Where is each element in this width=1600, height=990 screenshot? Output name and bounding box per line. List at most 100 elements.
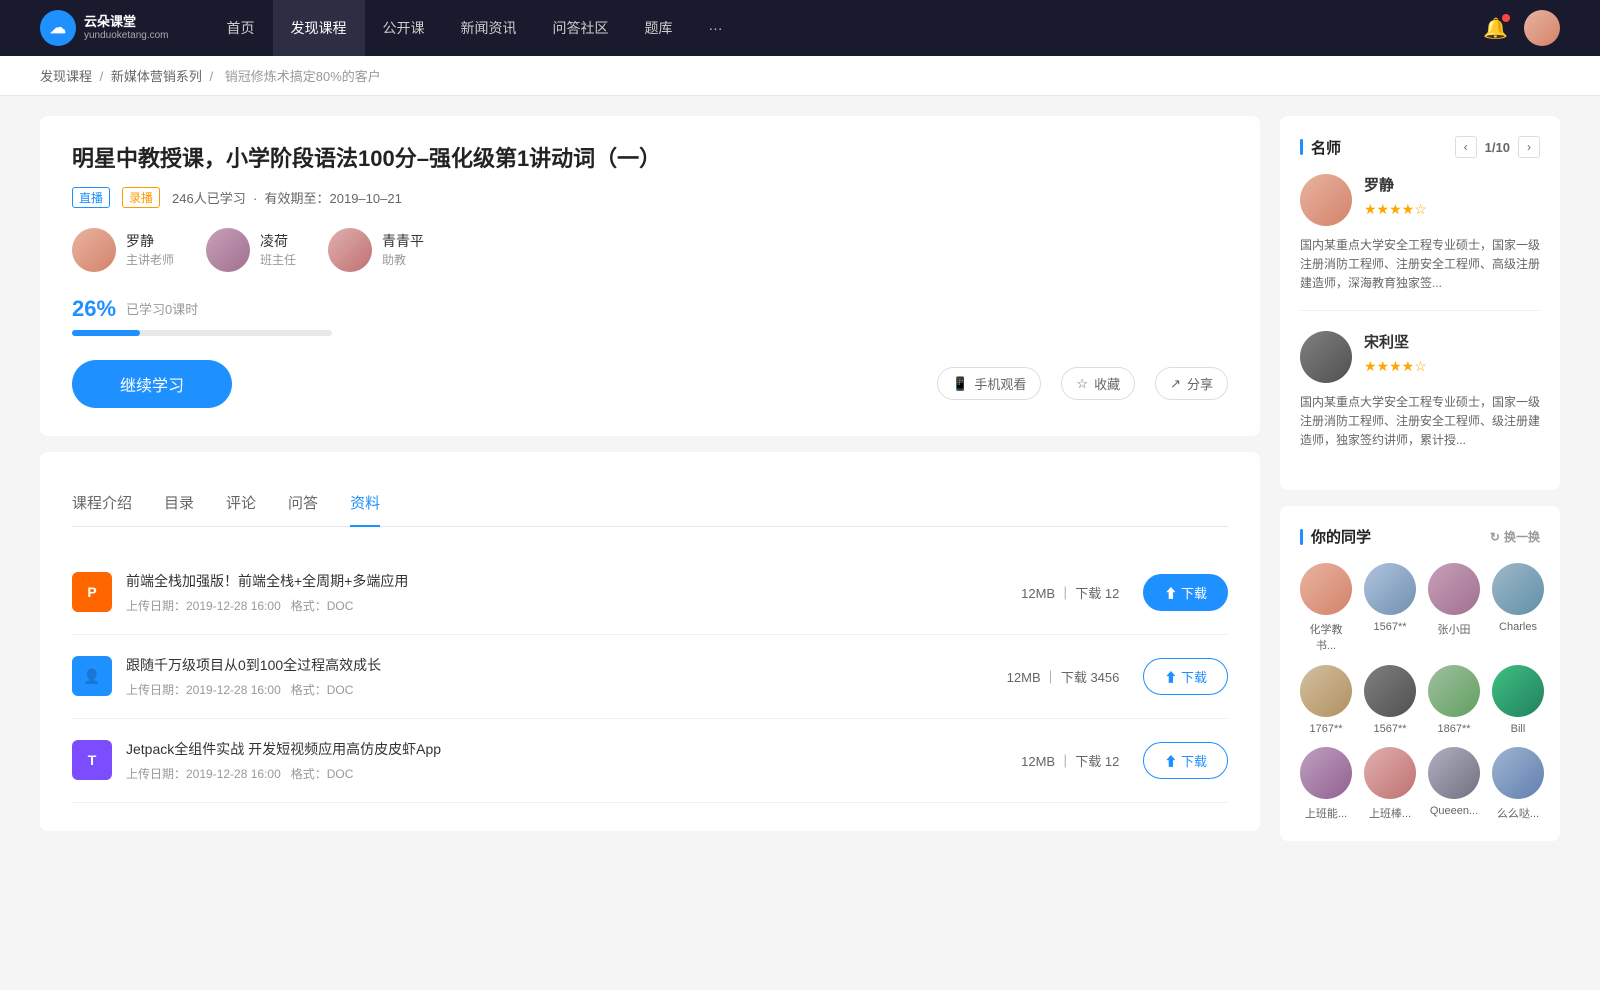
teachers-sidebar-card: 名师 ‹ 1/10 › 罗静 ★★★★☆ 国内某重点大学安全工程专业硕士，国 — [1280, 116, 1560, 490]
star-icon: ☆ — [1076, 376, 1088, 392]
classmate-avatar — [1428, 665, 1480, 717]
title-bar-decoration — [1300, 139, 1303, 155]
file-title: 跟随千万级项目从0到100全过程高效成长 — [126, 655, 983, 675]
classmate-avatar — [1492, 665, 1544, 717]
next-teacher-button[interactable]: › — [1518, 136, 1540, 158]
sidebar: 名师 ‹ 1/10 › 罗静 ★★★★☆ 国内某重点大学安全工程专业硕士，国 — [1280, 116, 1560, 857]
teacher-desc: 国内某重点大学安全工程专业硕士，国家一级注册消防工程师、注册安全工程师、高级注册… — [1300, 236, 1540, 294]
breadcrumb-item-1[interactable]: 发现课程 — [40, 69, 92, 84]
tab-问答[interactable]: 问答 — [288, 480, 318, 527]
record-badge: 录播 — [122, 187, 160, 208]
nav-item-首页[interactable]: 首页 — [209, 0, 273, 56]
prev-teacher-button[interactable]: ‹ — [1455, 136, 1477, 158]
sidebar-teacher-card: 宋利坚 ★★★★☆ 国内某重点大学安全工程专业硕士，国家一级注册消防工程师、注册… — [1300, 331, 1540, 451]
progress-label: 已学习0课时 — [126, 299, 198, 318]
classmates-title-bar — [1300, 529, 1303, 545]
classmate-name: 么么哒... — [1497, 805, 1539, 821]
nav-item-问答社区[interactable]: 问答社区 — [535, 0, 627, 56]
nav-item-发现课程[interactable]: 发现课程 — [273, 0, 365, 56]
tab-目录[interactable]: 目录 — [164, 480, 194, 527]
classmate-name: 1867** — [1437, 723, 1470, 735]
classmate-item[interactable]: 1867** — [1428, 665, 1480, 735]
nav-item-新闻资讯[interactable]: 新闻资讯 — [443, 0, 535, 56]
teacher-stars: ★★★★☆ — [1364, 201, 1427, 218]
classmate-name: 化学教书... — [1300, 621, 1352, 653]
file-icon: P — [72, 572, 112, 612]
teachers-list: 罗静 主讲老师 凌荷 班主任 青青平 助教 — [72, 228, 1228, 272]
refresh-classmates-button[interactable]: ↻ 换一换 — [1490, 528, 1540, 545]
collect-button[interactable]: ☆ 收藏 — [1061, 367, 1135, 400]
tab-评论[interactable]: 评论 — [226, 480, 256, 527]
nav-item-公开课[interactable]: 公开课 — [365, 0, 443, 56]
classmate-avatar — [1492, 563, 1544, 615]
classmate-item[interactable]: 么么哒... — [1492, 747, 1544, 821]
teacher-name: 青青平 — [382, 231, 424, 251]
file-meta: 上传日期：2019-12-28 16:00 格式：DOC — [126, 765, 997, 782]
classmate-item[interactable]: Queeen... — [1428, 747, 1480, 821]
progress-bar-background — [72, 330, 332, 336]
sidebar-teachers-list: 罗静 ★★★★☆ 国内某重点大学安全工程专业硕士，国家一级注册消防工程师、注册安… — [1300, 174, 1540, 450]
teacher-name: 凌荷 — [260, 231, 296, 251]
classmate-item[interactable]: 上班棒... — [1364, 747, 1416, 821]
nav-item-···[interactable]: ··· — [691, 0, 741, 56]
breadcrumb-current: 销冠修炼术搞定80%的客户 — [225, 69, 381, 84]
classmate-name: Queeen... — [1430, 805, 1478, 817]
classmate-name: Charles — [1499, 621, 1537, 633]
classmate-name: 张小田 — [1438, 621, 1471, 637]
nav-item-题库[interactable]: 题库 — [627, 0, 691, 56]
file-meta: 上传日期：2019-12-28 16:00 格式：DOC — [126, 597, 997, 614]
classmate-item[interactable]: Bill — [1492, 665, 1544, 735]
classmate-item[interactable]: 1767** — [1300, 665, 1352, 735]
progress-bar-fill — [72, 330, 140, 336]
logo[interactable]: ☁ 云朵课堂 yunduoketang.com — [40, 10, 169, 46]
classmate-avatar — [1300, 563, 1352, 615]
classmates-grid: 化学教书... 1567** 张小田 Charles 1767** 1567**… — [1300, 563, 1540, 821]
download-button[interactable]: ⬆ 下载 — [1143, 742, 1228, 779]
classmate-item[interactable]: 上班能... — [1300, 747, 1352, 821]
teacher-avatar — [328, 228, 372, 272]
file-info: 前端全栈加强版！前端全栈+全周期+多端应用 上传日期：2019-12-28 16… — [126, 571, 997, 614]
download-button[interactable]: ⬆ 下载 — [1143, 658, 1228, 695]
file-icon: T — [72, 740, 112, 780]
file-item: 👤 跟随千万级项目从0到100全过程高效成长 上传日期：2019-12-28 1… — [72, 635, 1228, 719]
sidebar-teacher-card: 罗静 ★★★★☆ 国内某重点大学安全工程专业硕士，国家一级注册消防工程师、注册安… — [1300, 174, 1540, 311]
mobile-watch-button[interactable]: 📱 手机观看 — [937, 367, 1041, 400]
classmate-avatar — [1492, 747, 1544, 799]
download-button[interactable]: ⬆ 下载 — [1143, 574, 1228, 611]
logo-text: 云朵课堂 yunduoketang.com — [84, 14, 169, 42]
tab-资料[interactable]: 资料 — [350, 480, 380, 527]
continue-study-button[interactable]: 继续学习 — [72, 360, 232, 408]
teachers-sidebar-title: 名师 ‹ 1/10 › — [1300, 136, 1540, 158]
breadcrumb-item-2[interactable]: 新媒体营销系列 — [111, 69, 202, 84]
sidebar-teacher-name: 宋利坚 — [1364, 331, 1427, 352]
files-card: 课程介绍目录评论问答资料 P 前端全栈加强版！前端全栈+全周期+多端应用 上传日… — [40, 452, 1260, 831]
course-meta: 直播 录播 246人已学习 · 有效期至：2019–10–21 — [72, 187, 1228, 208]
user-avatar[interactable] — [1524, 10, 1560, 46]
notification-dot — [1502, 14, 1510, 22]
file-item: P 前端全栈加强版！前端全栈+全周期+多端应用 上传日期：2019-12-28 … — [72, 551, 1228, 635]
file-stats: 12MB ｜ 下载 12 — [1021, 583, 1119, 602]
classmate-item[interactable]: Charles — [1492, 563, 1544, 653]
course-info-card: 明星中教授课，小学阶段语法100分–强化级第1讲动词（一） 直播 录播 246人… — [40, 116, 1260, 436]
teacher-desc: 国内某重点大学安全工程专业硕士，国家一级注册消防工程师、注册安全工程师、级注册建… — [1300, 393, 1540, 451]
logo-icon: ☁ — [40, 10, 76, 46]
notification-bell[interactable]: 🔔 — [1483, 16, 1508, 41]
share-button[interactable]: ↗ 分享 — [1155, 367, 1228, 400]
live-badge: 直播 — [72, 187, 110, 208]
share-icon: ↗ — [1170, 376, 1181, 392]
progress-header: 26% 已学习0课时 — [72, 296, 1228, 322]
classmate-item[interactable]: 1567** — [1364, 563, 1416, 653]
progress-section: 26% 已学习0课时 — [72, 296, 1228, 336]
course-title: 明星中教授课，小学阶段语法100分–强化级第1讲动词（一） — [72, 144, 1228, 175]
refresh-icon: ↻ — [1490, 530, 1500, 544]
classmate-item[interactable]: 化学教书... — [1300, 563, 1352, 653]
tab-课程介绍[interactable]: 课程介绍 — [72, 480, 132, 527]
file-info: Jetpack全组件实战 开发短视频应用高仿皮皮虾App 上传日期：2019-1… — [126, 739, 997, 782]
teacher-pagination: ‹ 1/10 › — [1455, 136, 1540, 158]
file-stats: 12MB ｜ 下载 12 — [1021, 751, 1119, 770]
breadcrumb: 发现课程 / 新媒体营销系列 / 销冠修炼术搞定80%的客户 — [0, 56, 1600, 96]
classmate-name: Bill — [1511, 723, 1526, 735]
navigation: ☁ 云朵课堂 yunduoketang.com 首页发现课程公开课新闻资讯问答社… — [0, 0, 1600, 56]
classmate-item[interactable]: 张小田 — [1428, 563, 1480, 653]
classmate-item[interactable]: 1567** — [1364, 665, 1416, 735]
